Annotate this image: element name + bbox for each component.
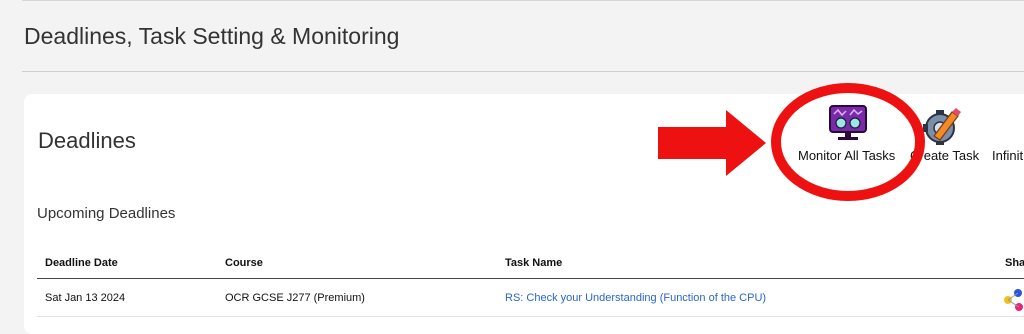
- annotation-arrow-icon: [658, 110, 766, 176]
- top-divider: [22, 0, 1024, 1]
- annotation-circle: [771, 83, 925, 201]
- row-divider: [37, 316, 1024, 317]
- table-header-divider: [37, 278, 1024, 279]
- upcoming-deadlines-heading: Upcoming Deadlines: [37, 205, 176, 222]
- col-deadline-date[interactable]: Deadline Date: [45, 257, 118, 269]
- infinity-button[interactable]: Infinit: [992, 148, 1023, 163]
- deadlines-card: Deadlines Monitor All Tasks Create Task: [24, 83, 1024, 334]
- row-deadline-date: Sat Jan 13 2024: [45, 292, 126, 304]
- card-title: Deadlines: [38, 128, 136, 153]
- infinity-label: Infinit: [992, 148, 1024, 163]
- gear-pencil-icon: [923, 108, 961, 145]
- col-course[interactable]: Course: [225, 257, 263, 269]
- title-divider: [22, 71, 1024, 72]
- col-share[interactable]: Sha: [1005, 257, 1024, 269]
- row-course: OCR GCSE J277 (Premium): [225, 292, 365, 304]
- row-task-link[interactable]: RS: Check your Understanding (Function o…: [505, 292, 766, 304]
- col-task-name[interactable]: Task Name: [505, 257, 562, 269]
- page-title: Deadlines, Task Setting & Monitoring: [24, 23, 400, 49]
- share-icon[interactable]: [1003, 288, 1024, 312]
